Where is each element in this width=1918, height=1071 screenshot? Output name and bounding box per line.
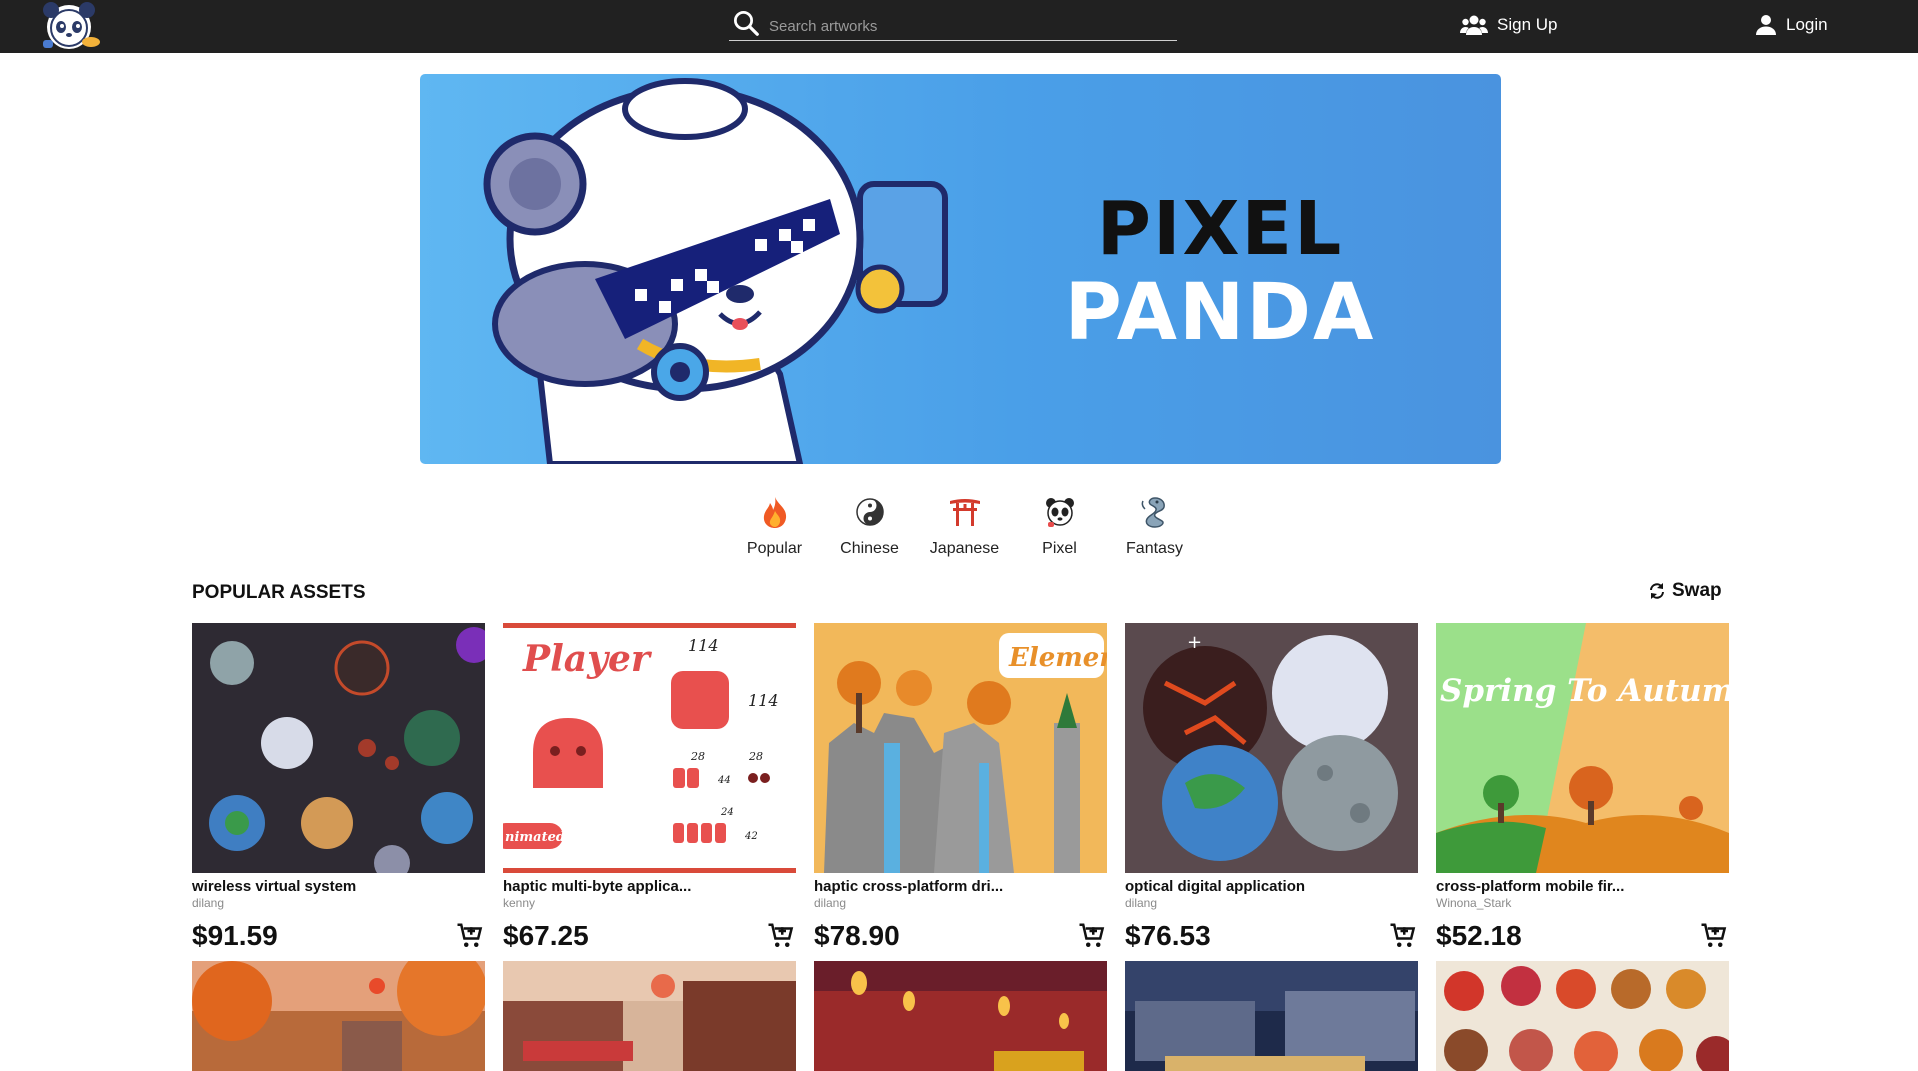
category-pixel[interactable]: Pixel [1012, 492, 1107, 558]
login-label: Login [1786, 15, 1828, 34]
search-icon[interactable] [731, 8, 761, 38]
top-navbar: Sign Up Login [0, 0, 1918, 53]
asset-card[interactable]: wireless virtual system dilang $91.59 [192, 623, 485, 952]
asset-card[interactable]: Player 114 114 28 28 44 24 42 nimated ha… [503, 623, 796, 952]
asset-thumbnail[interactable]: + [1125, 623, 1418, 873]
refresh-icon [1650, 583, 1664, 599]
thumb-dim-h: 114 [748, 691, 779, 710]
banner-title: PIXEL PANDA [1050, 192, 1390, 352]
asset-price: $67.25 [503, 920, 589, 951]
login-button[interactable]: Login [1755, 10, 1828, 40]
asset-price: $76.53 [1125, 920, 1211, 951]
search-bar [729, 6, 1177, 41]
thumb-dim-w: 114 [688, 636, 719, 655]
asset-author[interactable]: dilang [814, 896, 1107, 910]
panda-icon [1045, 498, 1074, 527]
asset-price: $52.18 [1436, 920, 1522, 951]
add-to-cart-icon[interactable] [1077, 921, 1107, 951]
asset-name[interactable]: haptic cross-platform dri... [814, 878, 1107, 895]
hero-banner[interactable]: PIXEL PANDA [420, 74, 1501, 464]
asset-name[interactable]: optical digital application [1125, 878, 1418, 895]
asset-card[interactable]: Element haptic cross-platform dri... dil… [814, 623, 1107, 952]
signup-label: Sign Up [1497, 15, 1558, 34]
asset-thumbnail[interactable]: Spring To Autumn [1436, 623, 1729, 873]
banner-title-line2: PANDA [1064, 268, 1376, 358]
yin-yang-icon [855, 498, 884, 526]
asset-thumbnail[interactable] [1436, 961, 1729, 1071]
signup-button[interactable]: Sign Up [1460, 10, 1557, 40]
asset-name[interactable]: cross-platform mobile fir... [1436, 878, 1729, 895]
asset-price: $91.59 [192, 920, 278, 951]
asset-thumbnail[interactable]: Element [814, 623, 1107, 873]
category-chinese[interactable]: Chinese [822, 492, 917, 558]
add-to-cart-icon[interactable] [455, 921, 485, 951]
thumb-small-e: 42 [744, 831, 758, 842]
add-to-cart-icon[interactable] [766, 921, 796, 951]
asset-author[interactable]: Winona_Stark [1436, 896, 1729, 910]
thumb-player-tag: nimated [505, 830, 565, 845]
torii-gate-icon [949, 499, 980, 526]
asset-thumbnail[interactable] [1125, 961, 1418, 1071]
asset-price: $78.90 [814, 920, 900, 951]
asset-card[interactable]: + optical digital application dilang $76… [1125, 623, 1418, 952]
category-label: Chinese [840, 540, 899, 557]
category-popular[interactable]: Popular [727, 492, 822, 558]
asset-author[interactable]: dilang [192, 896, 485, 910]
asset-thumbnail[interactable] [503, 961, 796, 1071]
asset-thumbnail[interactable] [814, 961, 1107, 1071]
category-label: Pixel [1042, 540, 1077, 557]
thumb-small-a: 28 [690, 750, 705, 763]
fire-icon [763, 497, 786, 528]
asset-thumbnail[interactable] [192, 961, 485, 1071]
section-title: POPULAR ASSETS [192, 582, 366, 603]
add-to-cart-icon[interactable] [1699, 921, 1729, 951]
users-icon [1460, 15, 1488, 35]
category-label: Popular [746, 540, 803, 557]
banner-title-line1: PIXEL [1096, 186, 1344, 272]
add-to-cart-icon[interactable] [1388, 921, 1418, 951]
thumb-player-title: Player [522, 638, 653, 680]
category-label: Japanese [929, 540, 1000, 557]
category-label: Fantasy [1126, 540, 1183, 557]
category-japanese[interactable]: Japanese [917, 492, 1012, 558]
search-input[interactable] [769, 17, 1149, 35]
asset-thumbnail[interactable] [192, 623, 485, 873]
asset-name[interactable]: haptic multi-byte applica... [503, 878, 796, 895]
category-bar: Popular Chinese Japanese Pixel Fantasy [727, 492, 1202, 558]
asset-card[interactable]: Spring To Autumn cross-platform mobile f… [1436, 623, 1729, 952]
swap-label: Swap [1672, 580, 1722, 601]
thumb-small-c: 44 [717, 775, 731, 786]
thumb-element-tag: Element [1008, 643, 1107, 673]
asset-author[interactable]: dilang [1125, 896, 1418, 910]
thumb-small-b: 28 [748, 750, 763, 763]
dragon-icon [1141, 497, 1165, 528]
asset-thumbnail[interactable]: Player 114 114 28 28 44 24 42 nimated [503, 623, 796, 873]
svg-text:+: + [1187, 632, 1202, 653]
panda-logo[interactable] [33, 2, 105, 52]
category-fantasy[interactable]: Fantasy [1107, 492, 1202, 558]
thumb-small-d: 24 [720, 807, 734, 818]
swap-button[interactable]: Swap [1648, 580, 1722, 602]
thumb-season-title: Spring To Autumn [1440, 673, 1729, 709]
user-icon [1756, 15, 1776, 35]
asset-name[interactable]: wireless virtual system [192, 878, 485, 895]
asset-author[interactable]: kenny [503, 896, 796, 910]
